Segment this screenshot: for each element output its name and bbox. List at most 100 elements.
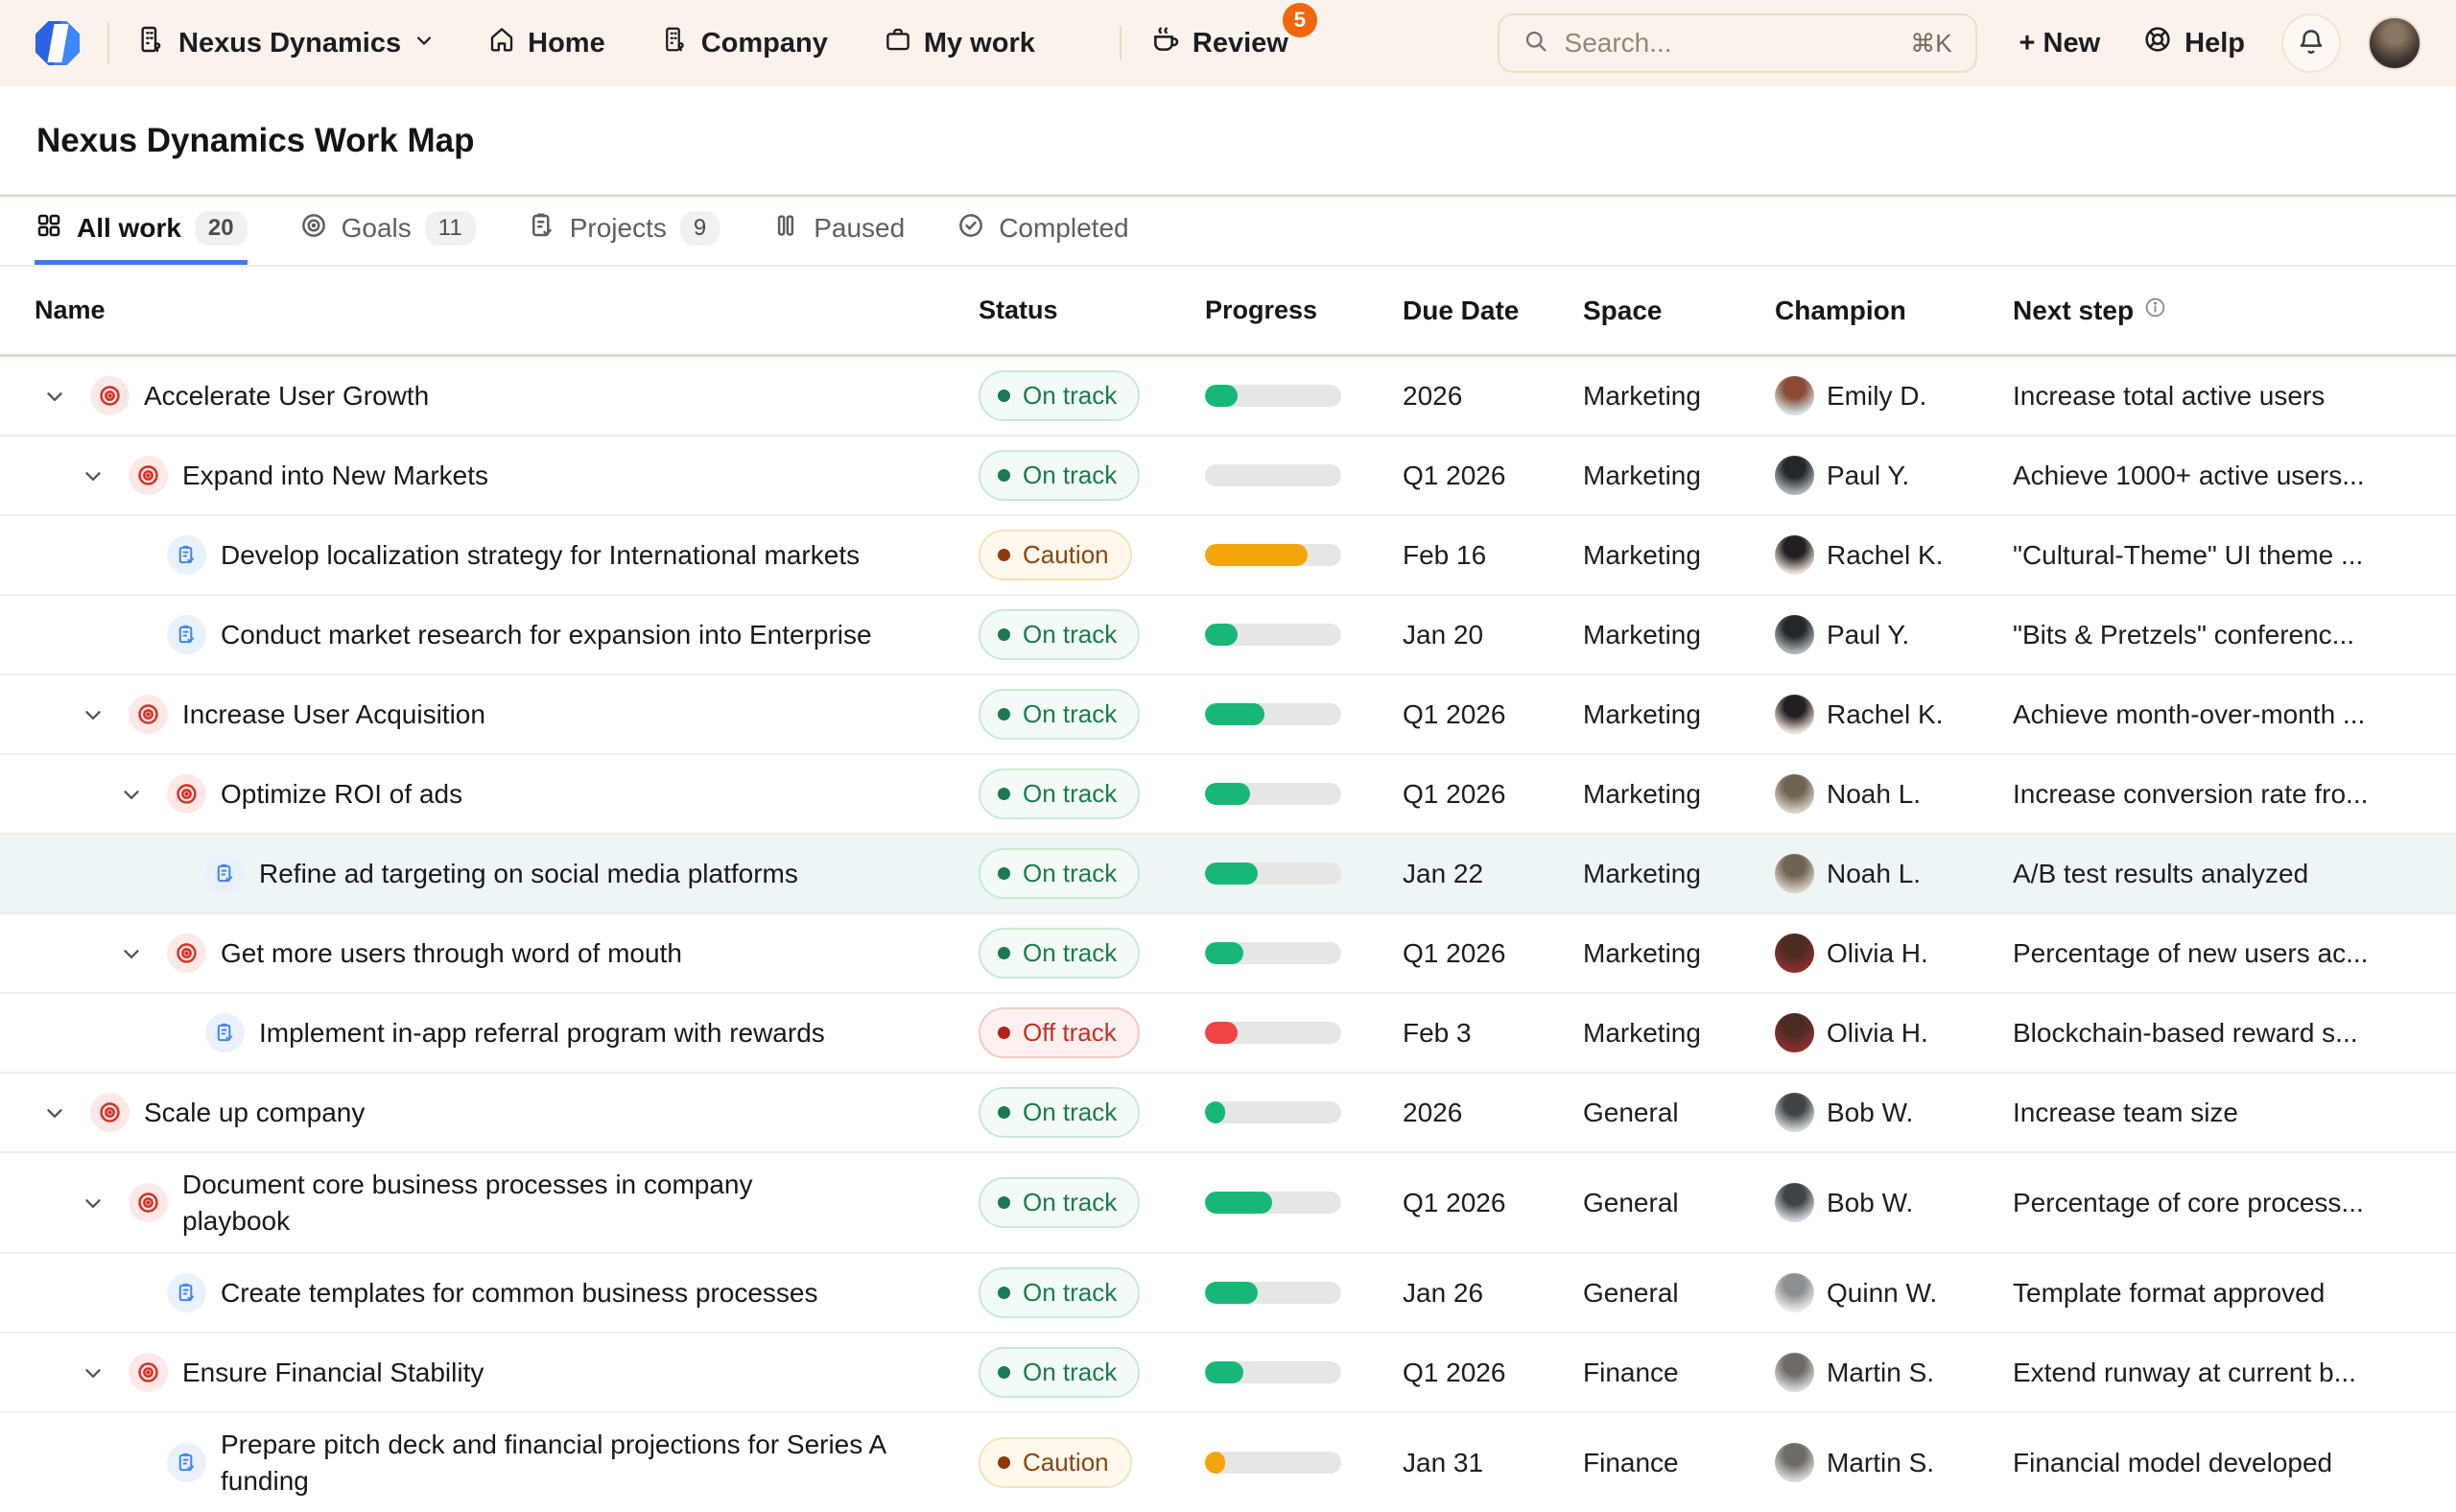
item-name: Get more users through word of mouth [221,935,682,972]
row-name-cell[interactable]: Ensure Financial Stability [0,1353,979,1392]
tab-paused[interactable]: Paused [771,197,905,265]
status-badge[interactable]: On track [979,928,1140,979]
row-name-cell[interactable]: Document core business processes in comp… [0,1167,979,1240]
chevron-down-icon[interactable] [42,384,90,409]
project-icon [167,615,206,654]
workspace-switcher[interactable]: Nexus Dynamics [136,24,436,62]
progress-bar [1205,1192,1341,1214]
nav-company[interactable]: Company [661,25,828,61]
nav-home[interactable]: Home [487,25,605,61]
next-step: A/B test results analyzed [2013,859,2456,889]
table-row[interactable]: Prepare pitch deck and financial project… [0,1413,2456,1512]
row-name-cell[interactable]: Expand into New Markets [0,456,979,495]
project-icon [167,1443,206,1482]
pause-icon [771,211,800,247]
row-name-cell[interactable]: Get more users through word of mouth [0,933,979,973]
chevron-down-icon[interactable] [42,1100,90,1125]
status-badge[interactable]: On track [979,1267,1140,1318]
champion-name: Olivia H. [1827,1018,1928,1049]
row-name-cell[interactable]: Refine ad targeting on social media plat… [0,854,979,893]
row-name-cell[interactable]: Increase User Acquisition [0,695,979,734]
status-badge[interactable]: On track [979,1087,1140,1138]
status-badge[interactable]: On track [979,609,1140,660]
column-header-name[interactable]: Name [0,295,979,325]
chevron-down-icon[interactable] [81,1360,129,1385]
status-label: On track [1023,779,1117,809]
space-label: Marketing [1583,859,1775,889]
table-row[interactable]: Conduct market research for expansion in… [0,596,2456,675]
row-name-cell[interactable]: Create templates for common business pro… [0,1273,979,1312]
column-header-space[interactable]: Space [1583,295,1775,326]
chevron-down-icon[interactable] [81,463,129,488]
status-badge[interactable]: On track [979,689,1140,740]
view-tabs: All work20 Goals11 Projects9 Paused Complete… [0,197,2456,267]
item-name: Implement in-app referral program with r… [259,1015,825,1051]
table-row[interactable]: Expand into New MarketsOn trackQ1 2026Ma… [0,437,2456,516]
status-badge[interactable]: Caution [979,530,1132,580]
info-icon [2143,295,2167,326]
tab-projects[interactable]: Projects9 [528,197,720,265]
avatar [1775,854,1814,893]
row-name-cell[interactable]: Optimize ROI of ads [0,774,979,814]
notifications-button[interactable] [2281,13,2341,73]
table-row[interactable]: Scale up companyOn track2026GeneralBob W… [0,1074,2456,1153]
tab-goals[interactable]: Goals11 [299,197,476,265]
avatar [1775,456,1814,495]
row-name-cell[interactable]: Conduct market research for expansion in… [0,615,979,654]
table-row[interactable]: Document core business processes in comp… [0,1153,2456,1254]
status-dot-icon [998,628,1010,641]
app-logo[interactable] [35,20,81,66]
clipboard-icon [528,211,556,247]
column-header-progress[interactable]: Progress [1205,295,1403,325]
avatar [1775,376,1814,415]
status-badge[interactable]: On track [979,1347,1140,1398]
user-avatar[interactable] [2368,16,2421,70]
row-name-cell[interactable]: Accelerate User Growth [0,376,979,415]
table-row[interactable]: Optimize ROI of adsOn trackQ1 2026Market… [0,755,2456,835]
new-button[interactable]: + New [2019,28,2101,59]
progress-bar [1205,942,1341,964]
chevron-down-icon[interactable] [81,702,129,727]
status-badge[interactable]: Caution [979,1437,1132,1488]
column-header-next-step[interactable]: Next step [2013,295,2456,326]
tab-completed[interactable]: Completed [956,197,1128,265]
status-badge[interactable]: On track [979,848,1140,899]
work-items-table: Accelerate User GrowthOn track2026Market… [0,357,2456,1512]
tab-count-badge: 11 [425,211,476,246]
search-input[interactable]: Search... ⌘K [1498,13,1977,73]
row-name-cell[interactable]: Prepare pitch deck and financial project… [0,1427,979,1500]
chevron-down-icon[interactable] [119,782,167,807]
table-row[interactable]: Get more users through word of mouth On t… [0,914,2456,994]
status-badge[interactable]: On track [979,1177,1140,1228]
table-row[interactable]: Increase User AcquisitionOn trackQ1 2026… [0,675,2456,755]
status-badge[interactable]: On track [979,370,1140,421]
table-row[interactable]: Refine ad targeting on social media plat… [0,835,2456,914]
space-label: Finance [1583,1358,1775,1388]
table-row[interactable]: Implement in-app referral program with r… [0,994,2456,1074]
status-label: Off track [1023,1018,1117,1048]
chevron-down-icon[interactable] [119,941,167,966]
chevron-down-icon[interactable] [81,1191,129,1216]
champion-cell: Rachel K. [1775,535,2013,575]
status-badge[interactable]: On track [979,768,1140,819]
nav-my-work[interactable]: My work [884,25,1035,61]
status-badge[interactable]: On track [979,450,1140,501]
help-button[interactable]: Help [2142,24,2245,62]
column-header-champion[interactable]: Champion [1775,295,2013,326]
table-row[interactable]: Develop localization strategy for Intern… [0,516,2456,596]
column-header-due-date[interactable]: Due Date [1403,295,1583,326]
nav-review-label: Review [1193,28,1288,59]
table-row[interactable]: Create templates for common business pro… [0,1254,2456,1334]
row-name-cell[interactable]: Implement in-app referral program with r… [0,1013,979,1052]
nav-review[interactable]: Review 5 [1150,24,1288,62]
champion-name: Olivia H. [1827,938,1928,969]
row-name-cell[interactable]: Develop localization strategy for Intern… [0,535,979,575]
status-badge[interactable]: Off track [979,1007,1140,1058]
table-row[interactable]: Ensure Financial StabilityOn trackQ1 202… [0,1334,2456,1413]
column-header-status[interactable]: Status [979,295,1205,325]
row-name-cell[interactable]: Scale up company [0,1093,979,1132]
coffee-cup-icon [1150,24,1181,62]
table-row[interactable]: Accelerate User GrowthOn track2026Market… [0,357,2456,437]
avatar [1775,1443,1814,1482]
tab-all-work[interactable]: All work20 [35,197,248,265]
